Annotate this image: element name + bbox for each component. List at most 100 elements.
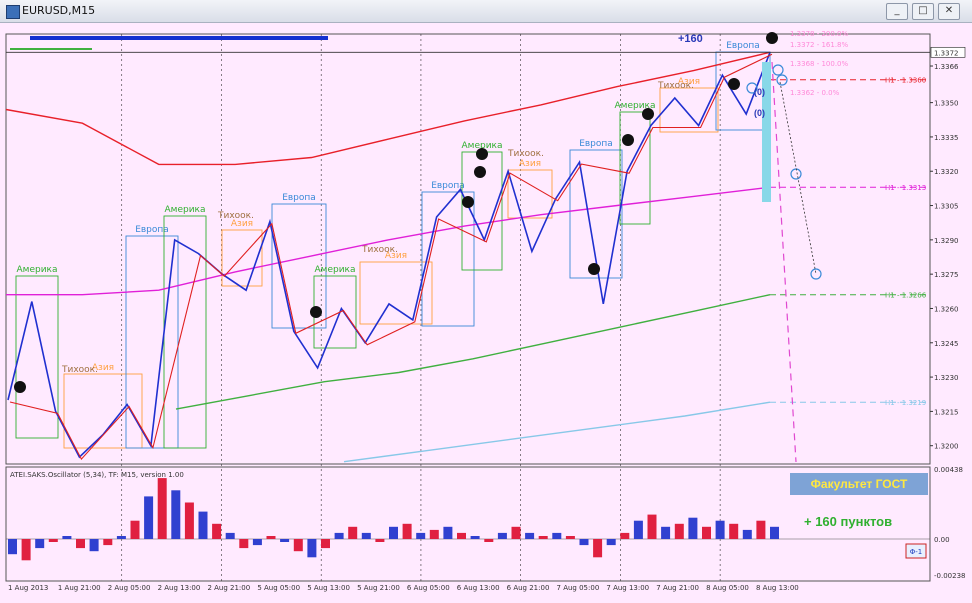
osc-bar [538,536,548,539]
osc-bar [416,532,426,539]
time-tick-label: 5 Aug 05:00 [257,584,300,592]
osc-bar [321,539,330,549]
osc-bar [8,539,17,555]
level-label: H1 - 1.3313 [885,184,926,192]
osc-bar [661,526,671,539]
top-green-bar [10,48,92,50]
time-tick-label: 2 Aug 05:00 [108,584,151,592]
osc-bar [48,539,58,542]
osc-bar [116,536,126,539]
osc-bar [76,539,85,549]
price-tick-label: 1.3335 [934,134,959,142]
time-tick-label: 7 Aug 05:00 [557,584,600,592]
osc-bar [35,539,45,549]
level-label: H1 - 1.3360 [885,77,926,85]
price-tick-label: 1.3305 [934,203,959,211]
osc-bar [552,532,562,539]
osc-bar [497,532,507,539]
time-tick-label: 5 Aug 13:00 [307,584,350,592]
osc-bar [348,526,358,539]
session-label-europe: Европа [726,41,760,51]
osc-bar [429,529,439,539]
chart-window: EURUSD,M15 _ □ ✕ Америка Азия Европа Америк… [0,0,972,603]
osc-bar [157,478,167,539]
price-tick-label: 1.3260 [934,305,959,313]
time-tick-label: 2 Aug 13:00 [158,584,201,592]
osc-tick-label: 0.00 [934,536,950,544]
title-bar[interactable]: EURUSD,M15 _ □ ✕ [0,0,972,23]
osc-bar [375,539,385,542]
osc-bar [647,514,657,539]
zero-label-b: (0) [754,108,765,118]
level-label: H1 - 1.3266 [885,292,927,300]
price-panel[interactable] [5,33,931,465]
time-tick-label: 1 Aug 21:00 [58,584,101,592]
osc-bar [470,536,480,539]
osc-bar [103,539,113,546]
level-label: H1 - 1.3219 [885,399,926,407]
osc-bar [770,526,779,539]
time-tick-label: 8 Aug 05:00 [706,584,749,592]
faculty-text: Факультет ГОСТ [811,477,908,491]
session-label-asia: Азия [519,159,541,169]
session-label-pacific: Тихоок. [507,149,544,159]
top-blue-bar [30,36,328,40]
price-tick-label: 1.3230 [934,374,959,382]
session-label-pacific: Тихоок. [217,211,254,221]
swing-point-marker [476,148,488,160]
osc-bar [184,502,194,539]
highlight-column [762,62,771,202]
time-tick-label: 7 Aug 21:00 [656,584,699,592]
oscillator-toggle-label: Φ-1 [910,548,923,556]
osc-bar [198,511,208,539]
swing-point-marker [474,166,486,178]
osc-bar [225,532,235,539]
close-button[interactable]: ✕ [938,3,960,20]
chart-app-icon [6,5,20,19]
osc-bar [579,539,589,546]
time-tick-label: 5 Aug 21:00 [357,584,400,592]
swing-point-marker [766,32,778,44]
osc-bar [280,539,290,542]
osc-bar [21,539,31,561]
swing-point-marker [462,196,474,208]
osc-bar [402,523,412,539]
osc-bar [334,532,344,539]
price-tick-label: 1.3275 [934,271,959,279]
current-price-label: 1.3372 [934,49,959,57]
time-tick-label: 2 Aug 21:00 [207,584,250,592]
price-chart[interactable]: Америка Азия Европа Америка Азия Европа Америк… [0,22,972,603]
osc-bar [729,523,739,539]
session-label-pacific: Тихоок. [657,81,694,91]
osc-bar [361,532,371,539]
minimize-button[interactable]: _ [886,3,908,20]
osc-bar [252,539,262,546]
fibo-label-100: 1.3368 - 100.0% [790,60,849,68]
osc-bar [593,539,603,558]
osc-bar [715,520,725,539]
osc-bar [525,532,535,539]
osc-bar [756,520,766,539]
osc-bar [239,539,249,549]
session-label-pacific: Тихоок. [61,365,98,375]
maximize-button[interactable]: □ [912,3,934,20]
time-tick-label: 7 Aug 13:00 [606,584,649,592]
osc-bar [688,517,698,539]
osc-bar [742,529,752,539]
osc-bar [266,536,276,539]
osc-bar [130,520,140,539]
osc-tick-label: 0.00438 [934,466,963,474]
swing-point-marker [14,381,26,393]
time-tick-label: 1 Aug 2013 [8,584,48,592]
oscillator-title: ATEI.SAKS.Oscillator (5,34), TF: M15, ve… [10,471,184,479]
osc-bar [212,523,222,539]
swing-point-marker [622,134,634,146]
swing-point-marker [642,108,654,120]
osc-bar [702,526,711,539]
price-tick-label: 1.3215 [934,408,959,416]
osc-bar [633,520,643,539]
osc-bar [62,536,72,539]
fibo-label-200: 1.3378 - 200.0% [790,30,849,38]
time-tick-label: 6 Aug 05:00 [407,584,450,592]
fibo-label-161: 1.3372 - 161.8% [790,41,849,49]
